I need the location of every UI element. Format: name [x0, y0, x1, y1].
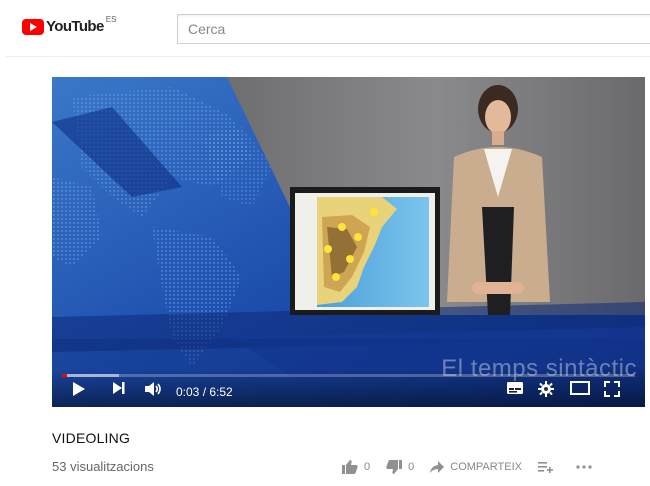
thumbs-down-icon: [386, 460, 403, 474]
volume-button[interactable]: [144, 381, 166, 403]
progress-buffer: [62, 374, 119, 377]
share-arrow-icon: [430, 461, 445, 473]
fullscreen-icon: [604, 381, 620, 397]
thumbs-up-icon: [342, 460, 358, 474]
youtube-play-icon: [22, 18, 44, 35]
masthead: YouTube ES Cerca: [0, 0, 650, 56]
youtube-logo[interactable]: YouTube ES: [22, 15, 117, 35]
share-label: COMPARTEIX: [450, 461, 522, 473]
masthead-divider: [6, 56, 650, 57]
dislike-count: 0: [408, 461, 415, 473]
subtitles-button[interactable]: [506, 381, 528, 403]
theater-mode-icon: [570, 381, 590, 395]
video-actions: 0 0 COMPARTEIX: [342, 458, 614, 476]
fullscreen-button[interactable]: [604, 381, 626, 403]
logo-text: YouTube: [46, 18, 104, 35]
theater-mode-button[interactable]: [570, 381, 594, 403]
progress-played: [62, 374, 67, 377]
video-title: VIDEOLING: [52, 430, 131, 446]
playlist-add-icon: [537, 462, 553, 473]
more-actions-button[interactable]: [576, 465, 598, 469]
play-button[interactable]: [72, 381, 94, 403]
settings-button[interactable]: [538, 381, 560, 403]
video-player[interactable]: El temps sintàctic 0:03 / 6:52: [52, 77, 645, 407]
add-to-playlist-button[interactable]: [537, 461, 560, 473]
share-button[interactable]: COMPARTEIX: [430, 461, 522, 473]
like-count: 0: [364, 461, 371, 473]
like-button[interactable]: 0: [342, 460, 370, 474]
region-code: ES: [105, 15, 117, 24]
volume-icon: [145, 382, 161, 396]
progress-bar[interactable]: [62, 374, 635, 377]
subtitles-icon: [507, 382, 523, 394]
player-controls: 0:03 / 6:52: [52, 369, 645, 407]
dislike-button[interactable]: 0: [386, 460, 414, 474]
time-display: 0:03 / 6:52: [176, 385, 233, 399]
more-horizontal-icon: [576, 465, 592, 469]
gear-icon: [538, 381, 554, 397]
skip-next-icon: [113, 382, 125, 394]
next-button[interactable]: [112, 381, 132, 403]
search-input[interactable]: Cerca: [177, 14, 650, 44]
view-count: 53 visualitzacions: [52, 459, 154, 474]
play-icon: [73, 382, 85, 396]
